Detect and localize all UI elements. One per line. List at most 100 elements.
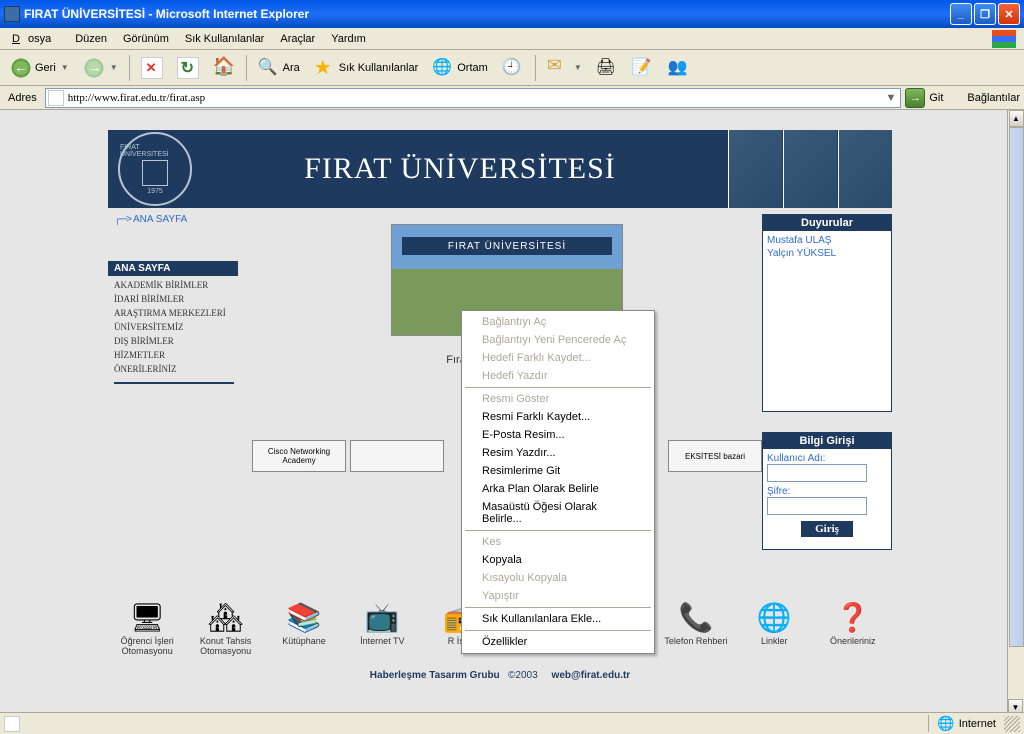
books-icon: 📚: [284, 600, 324, 634]
cm-add-favorites[interactable]: Sık Kullanılanlara Ekle...: [464, 610, 652, 628]
menu-favorites[interactable]: Sık Kullanılanlar: [177, 31, 273, 47]
menubar: Dosya Düzen Görünüm Sık Kullanılanlar Ar…: [0, 28, 1024, 50]
close-button[interactable]: ✕: [998, 3, 1020, 25]
forward-button[interactable]: ▼: [77, 53, 124, 83]
menu-file[interactable]: Dosya: [4, 31, 67, 47]
university-title: FIRAT ÜNİVERSİTESİ: [192, 152, 728, 186]
cm-print-image[interactable]: Resim Yazdır...: [464, 444, 652, 462]
nav-item[interactable]: ÜNİVERSİTEMİZ: [108, 320, 252, 334]
cm-open-link: Bağlantıyı Aç: [464, 313, 652, 331]
home-button[interactable]: [207, 53, 241, 83]
nav-active-item[interactable]: ANA SAYFA: [108, 261, 238, 276]
cm-properties[interactable]: Özellikler: [464, 633, 652, 651]
cm-set-bg[interactable]: Arka Plan Olarak Belirle: [464, 480, 652, 498]
nav-divider: [114, 382, 234, 384]
cm-set-desktop[interactable]: Masaüstü Öğesi Olarak Belirle...: [464, 498, 652, 528]
window-titlebar: FIRAT ÜNİVERSİTESİ - Microsoft Internet …: [0, 0, 1024, 28]
toolbar: Geri▼ ▼ Ara Sık Kullanılanlar Ortam ▼: [0, 50, 1024, 86]
internet-zone-icon: 🌐: [937, 715, 954, 732]
password-input[interactable]: [767, 497, 867, 515]
status-bar: 🌐 Internet: [0, 712, 1024, 734]
cm-copy-shortcut: Kısayolu Kopyala: [464, 569, 652, 587]
bottom-nav-item[interactable]: 🌐Linkler: [735, 600, 813, 656]
announcements-header: Duyurular: [763, 215, 891, 231]
home-icon: [213, 57, 235, 79]
username-input[interactable]: [767, 464, 867, 482]
announcement-item[interactable]: Mustafa ULAŞ: [767, 235, 887, 246]
footer-email-link[interactable]: web@firat.edu.tr: [552, 670, 631, 681]
menu-view[interactable]: Görünüm: [115, 31, 177, 47]
go-button[interactable]: →: [905, 88, 925, 108]
nav-item[interactable]: AKADEMİK BİRİMLER: [108, 278, 252, 292]
cm-open-new-window: Bağlantıyı Yeni Pencerede Aç: [464, 331, 652, 349]
house-icon: 🏘: [206, 600, 246, 634]
mail-button[interactable]: ▼: [541, 53, 588, 83]
bottom-nav-item[interactable]: 📚Kütüphane: [265, 600, 343, 656]
nav-item[interactable]: İDARİ BİRİMLER: [108, 292, 252, 306]
breadcrumb[interactable]: ANA SAYFA: [114, 214, 252, 225]
status-page-icon: [4, 716, 20, 732]
history-button[interactable]: [496, 53, 530, 83]
edit-icon: [632, 57, 654, 79]
search-button[interactable]: Ara: [252, 53, 306, 83]
edit-button[interactable]: [626, 53, 660, 83]
phone-icon: 📞: [676, 600, 716, 634]
stop-button[interactable]: [135, 53, 169, 83]
windows-flag-icon: [992, 30, 1016, 48]
refresh-button[interactable]: [171, 53, 205, 83]
menu-tools[interactable]: Araçlar: [272, 31, 323, 47]
refresh-icon: [177, 57, 199, 79]
university-seal: FIRAT ÜNİVERSİTESİ 1975: [118, 132, 192, 206]
bottom-nav-item[interactable]: 🖥Öğrenci İşleri Otomasyonu: [108, 600, 186, 656]
bottom-nav-item[interactable]: 📺İnternet TV: [343, 600, 421, 656]
maximize-button[interactable]: ❐: [974, 3, 996, 25]
print-button[interactable]: [590, 53, 624, 83]
scroll-up-button[interactable]: ▲: [1009, 110, 1024, 127]
favorites-button[interactable]: Sık Kullanılanlar: [308, 53, 425, 83]
bottom-nav-item[interactable]: ❓Önerileriniz: [814, 600, 892, 656]
nav-item[interactable]: DIŞ BİRİMLER: [108, 334, 252, 348]
go-label: Git: [929, 92, 943, 104]
messenger-icon: [668, 57, 690, 79]
address-dropdown[interactable]: ▼: [883, 92, 898, 104]
links-label[interactable]: Bağlantılar: [967, 92, 1020, 104]
bottom-nav-item[interactable]: 🏘Konut Tahsis Otomasyonu: [187, 600, 265, 656]
building-sign: FIRAT ÜNİVERSİTESİ: [402, 237, 612, 255]
cm-copy[interactable]: Kopyala: [464, 551, 652, 569]
search-icon: [258, 57, 280, 79]
left-navigation: ANA SAYFA ANA SAYFA AKADEMİK BİRİMLER İD…: [108, 214, 252, 570]
address-field-wrap: ▼: [45, 88, 902, 108]
globe-icon: 🌐: [754, 600, 794, 634]
back-button[interactable]: Geri▼: [4, 53, 75, 83]
right-column: Duyurular Mustafa ULAŞ Yalçın YÜKSEL Bil…: [762, 214, 892, 570]
minimize-button[interactable]: _: [950, 3, 972, 25]
menu-help[interactable]: Yardım: [323, 31, 374, 47]
partner-logo[interactable]: [350, 440, 444, 472]
nav-item[interactable]: HİZMETLER: [108, 348, 252, 362]
bottom-nav-item[interactable]: 📞Telefon Rehberi: [657, 600, 735, 656]
media-button[interactable]: Ortam: [426, 53, 494, 83]
cm-goto-images[interactable]: Resimlerime Git: [464, 462, 652, 480]
cm-cut: Kes: [464, 533, 652, 551]
address-input[interactable]: [68, 92, 884, 104]
cm-save-image[interactable]: Resmi Farklı Kaydet...: [464, 408, 652, 426]
question-icon: ❓: [833, 600, 873, 634]
nav-item[interactable]: ARAŞTIRMA MERKEZLERİ: [108, 306, 252, 320]
partner-logo[interactable]: EKSİTESİ bazari: [668, 440, 762, 472]
announcement-item[interactable]: Yalçın YÜKSEL: [767, 248, 887, 259]
ie-icon: [4, 6, 20, 22]
window-title: FIRAT ÜNİVERSİTESİ - Microsoft Internet …: [24, 7, 950, 21]
cm-email-image[interactable]: E-Posta Resim...: [464, 426, 652, 444]
scroll-thumb[interactable]: [1009, 127, 1024, 647]
context-menu: Bağlantıyı Aç Bağlantıyı Yeni Pencerede …: [461, 310, 655, 654]
login-button[interactable]: Giriş: [801, 521, 853, 537]
cm-show-image: Resmi Göster: [464, 390, 652, 408]
vertical-scrollbar[interactable]: ▲ ▼: [1007, 110, 1024, 716]
resize-grip[interactable]: [1004, 716, 1020, 732]
partner-logo[interactable]: Cisco Networking Academy: [252, 440, 346, 472]
nav-item[interactable]: ÖNERİLERİNİZ: [108, 362, 252, 376]
stop-icon: [141, 57, 163, 79]
menu-edit[interactable]: Düzen: [67, 31, 115, 47]
login-panel: Bilgi Girişi Kullanıcı Adı: Şifre: Giriş: [762, 432, 892, 550]
messenger-button[interactable]: [662, 53, 696, 83]
